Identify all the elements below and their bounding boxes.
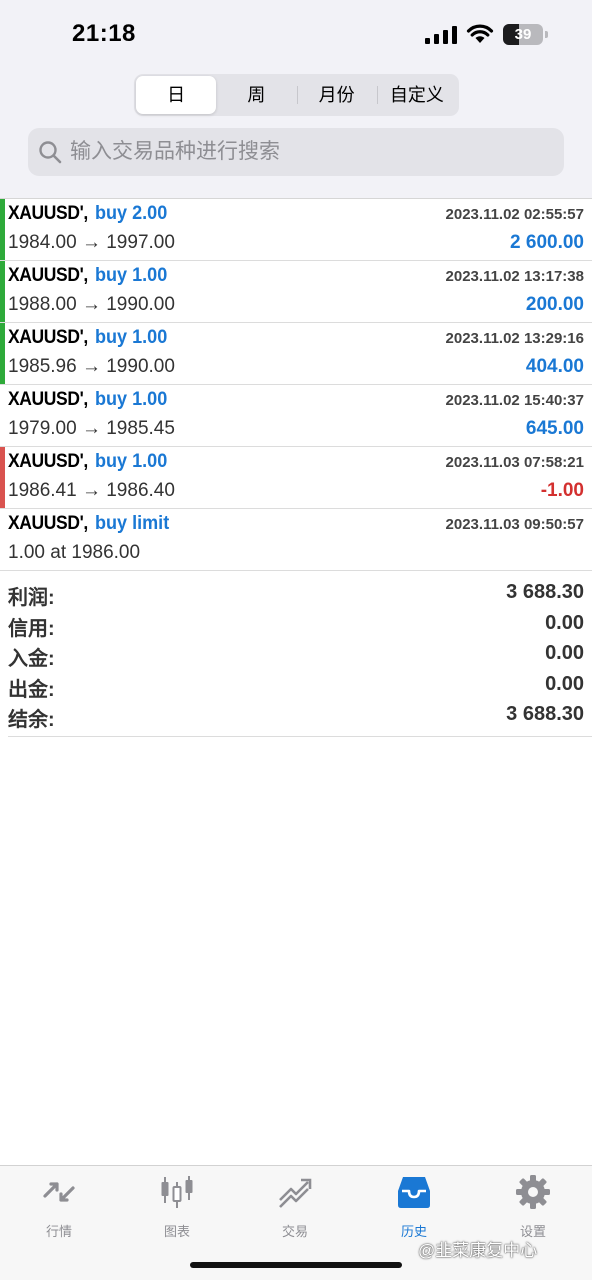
order-row[interactable]: XAUUSD', buy 1.00 2023.11.02 15:40:37 1979.… [0,385,592,447]
summary-row: 利润: 3 688.30 [0,578,592,609]
order-prices: 1985.96 → 1990.00 [8,356,175,377]
status-bar: 21:18 39 [0,0,592,70]
tab-trade[interactable]: 交易 [236,1174,354,1240]
order-status-indicator [0,447,5,508]
battery-icon: 39 [503,24,543,45]
order-time: 2023.11.02 02:55:57 [445,206,584,223]
order-prices: 1988.00 → 1990.00 [8,294,175,315]
battery-cap [545,31,548,38]
order-symbol: XAUUSD', [8,389,88,410]
tab-settings[interactable]: 设置 [474,1174,592,1240]
order-type: buy limit [95,513,170,534]
quotes-icon [43,1182,75,1202]
home-indicator[interactable] [190,1262,402,1268]
order-status-indicator [0,323,5,384]
order-status-indicator [0,509,5,570]
order-time: 2023.11.02 15:40:37 [445,392,584,409]
status-time: 21:18 [72,20,136,47]
order-symbol: XAUUSD', [8,451,88,472]
search-bar[interactable] [28,128,564,176]
tab-quotes[interactable]: 行情 [0,1174,118,1240]
order-time: 2023.11.02 13:17:38 [445,268,584,285]
summary-value: 0.00 [545,611,584,634]
order-symbol: XAUUSD', [8,203,88,224]
order-time: 2023.11.02 13:29:16 [445,330,584,347]
account-summary: 利润: 3 688.30 信用: 0.00 入金: 0.00 出金: 0.00 结余: 3 688… [0,578,592,731]
summary-row: 出金: 0.00 [0,670,592,701]
order-type: buy 1.00 [95,451,168,472]
order-profit: 404.00 [525,356,584,377]
order-time: 2023.11.03 09:50:57 [445,516,584,533]
order-row[interactable]: XAUUSD', buy 1.00 2023.11.02 13:17:38 1988.… [0,261,592,323]
order-profit: 2 600.00 [510,232,584,253]
period-tab-month[interactable]: 月份 [296,76,377,114]
order-status-indicator [0,261,5,322]
chart-icon [161,1176,193,1208]
order-time: 2023.11.03 07:58:21 [445,454,584,471]
period-tab-week[interactable]: 周 [216,76,296,114]
order-row[interactable]: XAUUSD', buy 2.00 2023.11.02 02:55:57 1984.… [0,199,592,261]
summary-label: 利润: [8,587,55,609]
order-type: buy 1.00 [95,389,168,410]
order-type: buy 1.00 [95,265,168,286]
order-row[interactable]: XAUUSD', buy 1.00 2023.11.02 13:29:16 1985.… [0,323,592,385]
trade-icon [279,1178,312,1208]
battery-level: 39 [514,26,532,43]
settings-icon [516,1175,550,1209]
tab-chart-label: 图表 [163,1224,190,1239]
search-input[interactable] [70,128,550,176]
order-prices: 1979.00 → 1985.45 [8,418,175,439]
summary-row: 结余: 3 688.30 [0,700,592,731]
period-segmented-control: 日 周 月份 自定义 [134,74,459,116]
period-tab-day[interactable]: 日 [136,76,217,114]
summary-label: 入金: [8,648,55,670]
tab-history[interactable]: 历史 [355,1174,473,1240]
summary-value: 0.00 [545,672,584,695]
summary-row: 信用: 0.00 [0,609,592,640]
order-row[interactable]: XAUUSD', buy limit 2023.11.03 09:50:57 1.00… [0,509,592,571]
header-area: 21:18 39 日 周 月份 自定义 [0,0,592,198]
order-symbol: XAUUSD', [8,265,88,286]
order-profit: 200.00 [525,294,584,315]
order-prices: 1.00 at 1986.00 [8,542,141,563]
order-type: buy 1.00 [95,327,168,348]
order-symbol: XAUUSD', [8,513,88,534]
order-profit: 645.00 [525,418,584,439]
order-prices: 1984.00 → 1997.00 [8,232,175,253]
period-tab-custom[interactable]: 自定义 [376,76,457,114]
order-profit: -1.00 [540,480,584,501]
tab-quotes-label: 行情 [45,1224,72,1239]
summary-label: 出金: [8,678,55,701]
cellular-signal-icon [425,26,457,44]
watermark: @韭菜康复中心 [418,1241,538,1260]
wifi-icon [466,24,494,43]
tab-trade-label: 交易 [281,1224,308,1239]
summary-value: 0.00 [545,642,584,664]
order-status-indicator [0,199,5,260]
summary-row: 入金: 0.00 [0,639,592,670]
summary-label: 信用: [8,617,55,640]
summary-value: 3 688.30 [506,703,584,725]
order-history-list: XAUUSD', buy 2.00 2023.11.02 02:55:57 1984.… [0,198,592,571]
order-type: buy 2.00 [95,203,168,224]
order-prices: 1986.41 → 1986.40 [8,480,175,501]
summary-label: 结余: [8,709,55,731]
tab-chart[interactable]: 图表 [118,1174,236,1240]
order-row[interactable]: XAUUSD', buy 1.00 2023.11.03 07:58:21 1986.… [0,447,592,509]
history-icon [398,1177,430,1208]
summary-value: 3 688.30 [506,581,584,603]
summary-divider [8,736,592,737]
order-symbol: XAUUSD', [8,327,88,348]
search-icon [39,141,62,164]
order-status-indicator [0,385,5,446]
